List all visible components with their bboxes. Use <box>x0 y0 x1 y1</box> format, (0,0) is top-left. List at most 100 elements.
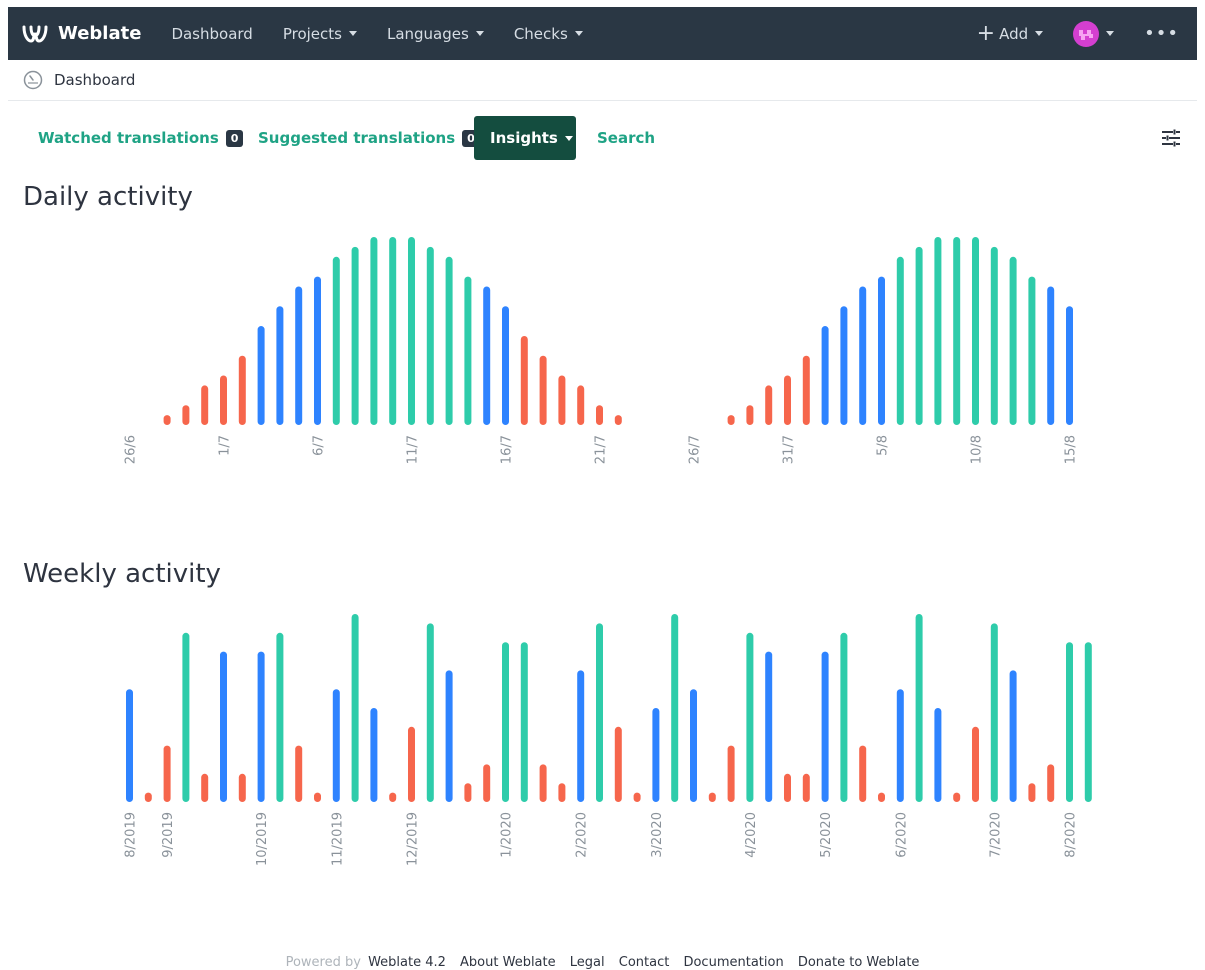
chart-bar <box>652 708 660 802</box>
chart-tick-label: 3/2020 <box>650 812 665 858</box>
nav-languages[interactable]: Languages <box>387 25 484 43</box>
nav-checks[interactable]: Checks <box>514 25 583 43</box>
chart-bar <box>990 246 998 425</box>
brand-link[interactable]: Weblate <box>22 23 141 44</box>
chart-bar <box>351 246 359 425</box>
more-menu-icon[interactable]: ••• <box>1144 23 1179 44</box>
chart-bar <box>126 689 133 802</box>
chart-bar <box>953 237 961 425</box>
plus-icon: + <box>976 20 996 46</box>
tab-suggested-translations[interactable]: Suggested translations 0 <box>258 116 480 160</box>
chart-bar <box>802 355 810 425</box>
nav-projects-label: Projects <box>282 24 342 43</box>
chart-bar <box>690 689 697 802</box>
brand-name: Weblate <box>58 23 142 44</box>
chart-bar <box>878 792 885 802</box>
chart-bar <box>1009 256 1017 425</box>
chart-bar <box>163 415 171 425</box>
footer-legal-link[interactable]: Legal <box>570 955 605 970</box>
chart-bar <box>934 708 942 802</box>
tab-insights[interactable]: Insights <box>474 116 576 160</box>
chart-bar <box>596 405 603 425</box>
chart-bar <box>314 792 321 802</box>
tab-search[interactable]: Search <box>597 116 655 160</box>
chart-tick-label: 26/6 <box>124 435 139 464</box>
footer-about-link[interactable]: About Weblate <box>460 955 556 970</box>
chart-tick-label: 15/8 <box>1064 435 1079 464</box>
chart-bar <box>784 375 791 425</box>
nav-dashboard-label: Dashboard <box>171 24 253 43</box>
chart-bar <box>408 726 415 802</box>
chart-bar <box>558 375 566 425</box>
chart-bar <box>915 614 923 802</box>
chart-bar <box>878 276 885 425</box>
footer-documentation-link[interactable]: Documentation <box>683 955 783 970</box>
nav-dashboard[interactable]: Dashboard <box>171 25 252 43</box>
chart-bar <box>389 792 397 802</box>
tab-insights-label: Insights <box>490 129 558 147</box>
nav-languages-label: Languages <box>386 24 469 43</box>
footer-version-link[interactable]: Weblate 4.2 <box>368 955 446 970</box>
chart-bar <box>201 773 209 802</box>
daily-activity-title: Daily activity <box>23 182 193 212</box>
top-navbar: Weblate Dashboard Projects Languages Che… <box>8 7 1197 60</box>
chart-bar <box>859 745 867 802</box>
watched-count-badge: 0 <box>225 129 244 147</box>
daily-activity-chart: 26/6 1/7 6/7 11/7 16/7 21/7 26/7 31/7 5/8 10/8 15/… <box>124 237 1079 464</box>
chart-bar <box>257 651 265 802</box>
chart-bar <box>577 385 585 425</box>
powered-by-text: Powered by <box>285 955 361 970</box>
add-menu-button[interactable]: + Add <box>976 20 1044 46</box>
chart-bar <box>276 306 284 425</box>
dashboard-tabs: Watched translations 0 Suggested transla… <box>8 116 1197 160</box>
chart-bar <box>182 405 190 425</box>
chart-tick-label: 9/2019 <box>161 812 176 858</box>
chart-bar <box>1047 286 1055 425</box>
chevron-down-icon <box>1035 31 1044 36</box>
chart-bar <box>671 614 679 802</box>
chart-tick-label: 12/2019 <box>406 812 421 866</box>
chevron-down-icon <box>564 135 573 141</box>
chart-bar <box>220 651 227 802</box>
chart-tick-label: 2/2020 <box>575 812 590 858</box>
breadcrumb-label[interactable]: Dashboard <box>54 71 135 89</box>
chart-bar <box>182 632 190 802</box>
chart-bar <box>483 286 491 425</box>
chart-tick-label: 16/7 <box>500 435 515 464</box>
chart-bar <box>727 745 735 802</box>
chart-bar <box>765 651 773 802</box>
chart-tick-label: 8/2019 <box>124 812 139 858</box>
chart-bar <box>332 256 340 425</box>
chart-bar <box>840 632 848 802</box>
chart-tick-label: 1/2020 <box>500 812 515 858</box>
chart-tick-label: 21/7 <box>594 435 609 464</box>
chart-tick-label: 1/7 <box>218 435 233 456</box>
chart-bar <box>520 335 528 425</box>
tab-watched-translations[interactable]: Watched translations 0 <box>38 116 244 160</box>
chart-bar <box>332 689 340 802</box>
chart-bar <box>502 306 509 425</box>
chart-bar <box>520 642 528 802</box>
user-menu-button[interactable] <box>1073 20 1115 47</box>
tune-settings-icon[interactable] <box>1161 128 1181 148</box>
chart-bar <box>934 237 942 425</box>
breadcrumb: Dashboard <box>8 60 1197 101</box>
chart-bar <box>953 792 961 802</box>
footer-donate-link[interactable]: Donate to Weblate <box>798 955 920 970</box>
chart-tick-label: 6/7 <box>312 435 327 456</box>
chart-bar <box>821 651 829 802</box>
chart-bar <box>539 764 547 802</box>
chart-bar <box>220 375 227 425</box>
chart-bar <box>351 614 359 802</box>
chart-bar <box>426 623 434 802</box>
chart-bar <box>596 623 603 802</box>
nav-projects[interactable]: Projects <box>283 25 357 43</box>
chart-bar <box>896 689 904 802</box>
weekly-activity-title: Weekly activity <box>23 559 221 589</box>
chart-bar <box>314 276 321 425</box>
footer-contact-link[interactable]: Contact <box>619 955 670 970</box>
chart-bar <box>972 726 979 802</box>
chart-bar <box>370 237 378 425</box>
chart-bar <box>295 286 303 425</box>
chart-tick-label: 5/8 <box>876 435 891 456</box>
